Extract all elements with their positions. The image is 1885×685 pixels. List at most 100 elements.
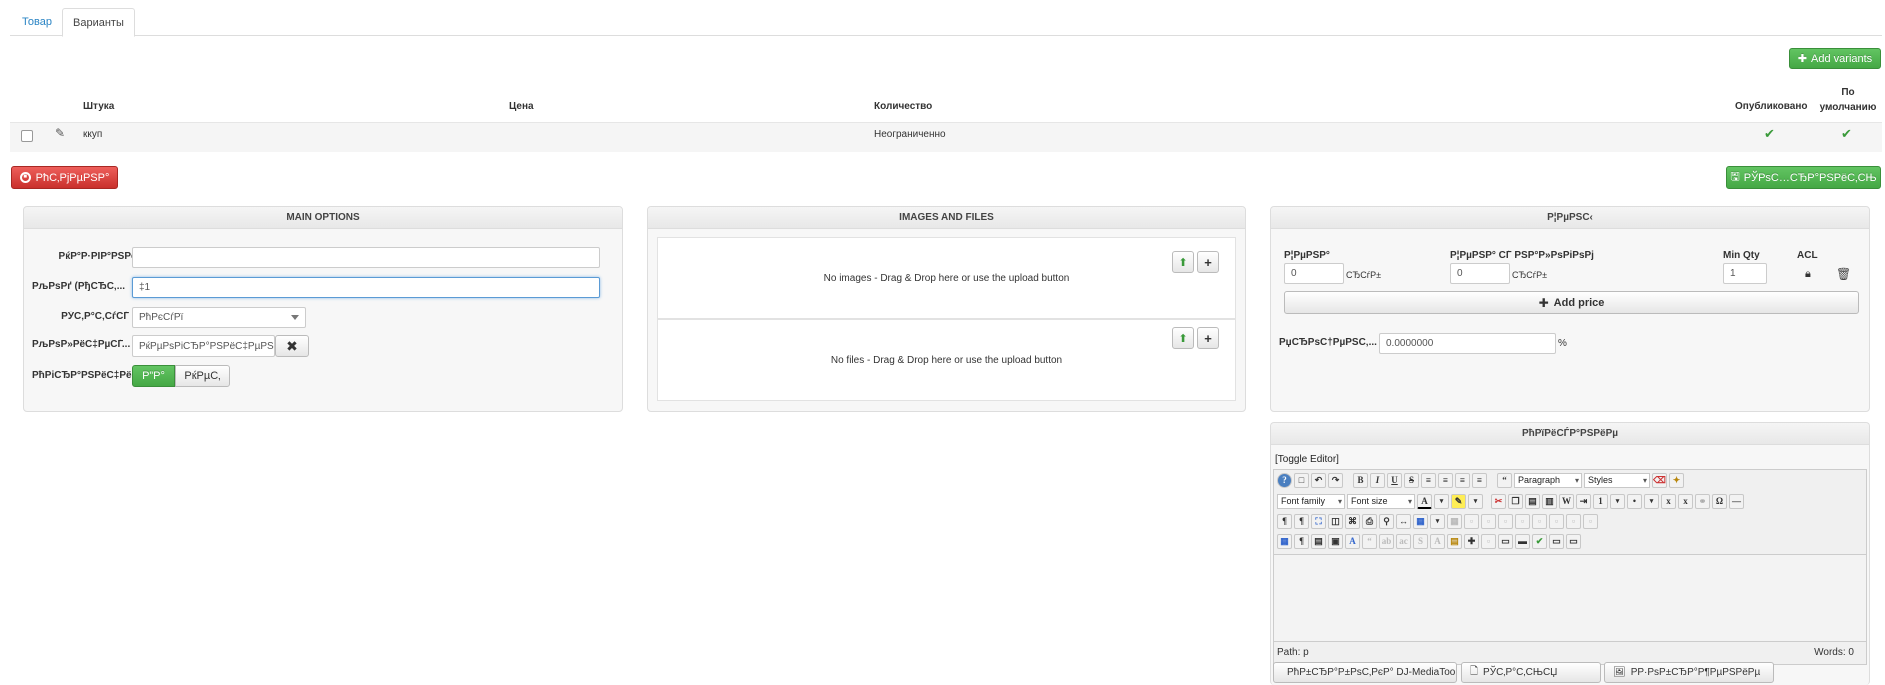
media-icon[interactable]: ▬ bbox=[1515, 534, 1530, 549]
redo-icon[interactable]: ↷ bbox=[1328, 473, 1343, 488]
strikethrough-icon[interactable]: S bbox=[1404, 473, 1419, 488]
pagebreak-icon[interactable]: ▭ bbox=[1498, 534, 1513, 549]
visual-aid-icon[interactable]: ▦ bbox=[1277, 534, 1292, 549]
article-button[interactable]: 🗋 РЎС‚Р°С‚СЊСЏ bbox=[1461, 662, 1601, 683]
image-icon[interactable]: ▣ bbox=[1328, 534, 1343, 549]
align-center-icon[interactable]: ≡ bbox=[1438, 473, 1453, 488]
attribs-icon[interactable]: ▤ bbox=[1447, 534, 1462, 549]
delete-row-icon[interactable]: ▫ bbox=[1515, 514, 1530, 529]
insert-row-icon[interactable]: ▫ bbox=[1498, 514, 1513, 529]
del-icon[interactable]: S bbox=[1413, 534, 1428, 549]
show-blocks-icon[interactable]: ¶ bbox=[1294, 534, 1309, 549]
percent-input[interactable]: 0.0000000 bbox=[1379, 333, 1556, 354]
toggle-editor-link[interactable]: [Toggle Editor] bbox=[1275, 454, 1339, 465]
table-icon[interactable]: ▦ bbox=[1413, 514, 1428, 529]
special-char-icon[interactable]: Ω bbox=[1712, 494, 1727, 509]
pencil-icon[interactable]: ✎ bbox=[55, 126, 65, 140]
bullet-list-icon[interactable]: • bbox=[1627, 494, 1642, 509]
replace-icon[interactable]: ↔ bbox=[1396, 514, 1411, 529]
styleprops-icon[interactable]: A bbox=[1345, 534, 1360, 549]
fullscreen-icon[interactable]: ⛶ bbox=[1311, 514, 1326, 529]
ltr-icon[interactable]: ¶ bbox=[1277, 514, 1292, 529]
cut-icon[interactable]: ✂ bbox=[1491, 494, 1506, 509]
eraser-icon[interactable]: ⌫ bbox=[1652, 473, 1667, 488]
link-icon[interactable]: ⚭ bbox=[1695, 494, 1710, 509]
ordered-list-icon[interactable]: 1 bbox=[1593, 494, 1608, 509]
indent-icon[interactable]: ⇥ bbox=[1576, 494, 1591, 509]
paragraph-select[interactable]: Paragraph bbox=[1514, 473, 1582, 488]
price-tax-input[interactable]: 0 bbox=[1450, 263, 1510, 284]
trash-icon[interactable]: 🗑︎ bbox=[1836, 267, 1851, 281]
tab-variants[interactable]: Варианты bbox=[62, 8, 135, 37]
readmore-icon[interactable]: ▭ bbox=[1549, 534, 1564, 549]
ins-icon[interactable]: A bbox=[1430, 534, 1445, 549]
image-button[interactable]: 🖼︎ РР·РѕР±СЂР°Р¶РµРЅРёРµ bbox=[1604, 662, 1774, 683]
chevron-down-icon[interactable]: ▾ bbox=[1644, 494, 1659, 509]
name-input[interactable] bbox=[132, 247, 600, 268]
insert-col-icon[interactable]: ▫ bbox=[1532, 514, 1547, 529]
acronym-icon[interactable]: ac bbox=[1396, 534, 1411, 549]
upload-image-button[interactable]: ⬆ bbox=[1172, 251, 1194, 273]
blockquote-icon[interactable]: “ bbox=[1497, 473, 1512, 488]
chevron-down-icon[interactable]: ▾ bbox=[1430, 514, 1445, 529]
paste-text-icon[interactable]: ▥ bbox=[1542, 494, 1557, 509]
spellcheck-icon[interactable]: ✔ bbox=[1532, 534, 1547, 549]
editor-textarea[interactable] bbox=[1274, 554, 1866, 641]
media-tools-button[interactable]: РћР±СЂР°Р±РѕС‚РєР° DJ-MediaTools bbox=[1273, 662, 1457, 683]
help-icon[interactable]: ? bbox=[1277, 473, 1292, 488]
article-icon[interactable]: ▭ bbox=[1566, 534, 1581, 549]
add-file-button[interactable]: + bbox=[1197, 327, 1219, 349]
row-checkbox[interactable] bbox=[21, 130, 33, 142]
delete-col-icon[interactable]: ▫ bbox=[1549, 514, 1564, 529]
published-check-icon[interactable]: ✔ bbox=[1764, 126, 1775, 142]
save-button[interactable]: 🖫 РЎРѕС…СЂР°РЅРёС‚СЊ bbox=[1726, 166, 1881, 189]
delete-table-icon[interactable]: ▦ bbox=[1447, 514, 1462, 529]
split-cells-icon[interactable]: ▫ bbox=[1566, 514, 1581, 529]
paste-icon[interactable]: ▤ bbox=[1525, 494, 1540, 509]
toggle-yes-button[interactable]: Р”Р° bbox=[132, 365, 175, 387]
price-input[interactable]: 0 bbox=[1284, 263, 1344, 284]
status-select[interactable]: РћРєСѓРї bbox=[132, 307, 306, 328]
subscript-icon[interactable]: x bbox=[1661, 494, 1676, 509]
cite-icon[interactable]: “ bbox=[1362, 534, 1377, 549]
images-dropzone[interactable]: No images - Drag & Drop here or use the … bbox=[657, 237, 1236, 319]
horizontal-rule-icon[interactable]: — bbox=[1729, 494, 1744, 509]
rtl-icon[interactable]: ¶ bbox=[1294, 514, 1309, 529]
add-price-button[interactable]: ✚ Add price bbox=[1284, 291, 1859, 314]
tab-product[interactable]: Товар bbox=[12, 8, 62, 37]
align-justify-icon[interactable]: ≡ bbox=[1421, 473, 1436, 488]
align-left-icon[interactable]: ≡ bbox=[1455, 473, 1470, 488]
min-qty-input[interactable]: 1 bbox=[1723, 263, 1767, 284]
move-layer-icon[interactable]: ▫ bbox=[1481, 534, 1496, 549]
new-document-icon[interactable]: □ bbox=[1294, 473, 1309, 488]
font-family-select[interactable]: Font family bbox=[1277, 494, 1345, 509]
chevron-down-icon[interactable]: ▾ bbox=[1468, 494, 1483, 509]
cell-props-icon[interactable]: ▫ bbox=[1464, 514, 1479, 529]
row-props-icon[interactable]: ▫ bbox=[1481, 514, 1496, 529]
print-icon[interactable]: ⎙ bbox=[1362, 514, 1377, 529]
search-icon[interactable]: ⚲ bbox=[1379, 514, 1394, 529]
preview-icon[interactable]: ◫ bbox=[1328, 514, 1343, 529]
template-icon[interactable]: ▤ bbox=[1311, 534, 1326, 549]
add-variants-button[interactable]: ✚ Add variants bbox=[1789, 48, 1881, 69]
lock-icon[interactable]: 🔒︎ bbox=[1805, 268, 1811, 281]
layer-icon[interactable]: ✚ bbox=[1464, 534, 1479, 549]
text-color-icon[interactable]: A bbox=[1417, 494, 1432, 509]
bold-icon[interactable]: B bbox=[1353, 473, 1368, 488]
chevron-down-icon[interactable]: ▾ bbox=[1610, 494, 1625, 509]
merge-cells-icon[interactable]: ▫ bbox=[1583, 514, 1598, 529]
undo-icon[interactable]: ↶ bbox=[1311, 473, 1326, 488]
default-check-icon[interactable]: ✔ bbox=[1841, 126, 1852, 142]
upload-file-button[interactable]: ⬆ bbox=[1172, 327, 1194, 349]
files-dropzone[interactable]: No files - Drag & Drop here or use the u… bbox=[657, 319, 1236, 401]
code-input[interactable]: ‡1 bbox=[132, 277, 600, 298]
abbr-icon[interactable]: ab bbox=[1379, 534, 1394, 549]
underline-icon[interactable]: U bbox=[1387, 473, 1402, 488]
chevron-down-icon[interactable]: ▾ bbox=[1434, 494, 1449, 509]
row-name[interactable]: ккуп bbox=[83, 129, 102, 140]
align-right-icon[interactable]: ≡ bbox=[1472, 473, 1487, 488]
cancel-button[interactable]: ■ РћС‚РјРµРЅР° bbox=[11, 166, 118, 189]
font-size-select[interactable]: Font size bbox=[1347, 494, 1415, 509]
clear-quantity-button[interactable]: ✖ bbox=[275, 335, 309, 357]
superscript-icon[interactable]: x bbox=[1678, 494, 1693, 509]
